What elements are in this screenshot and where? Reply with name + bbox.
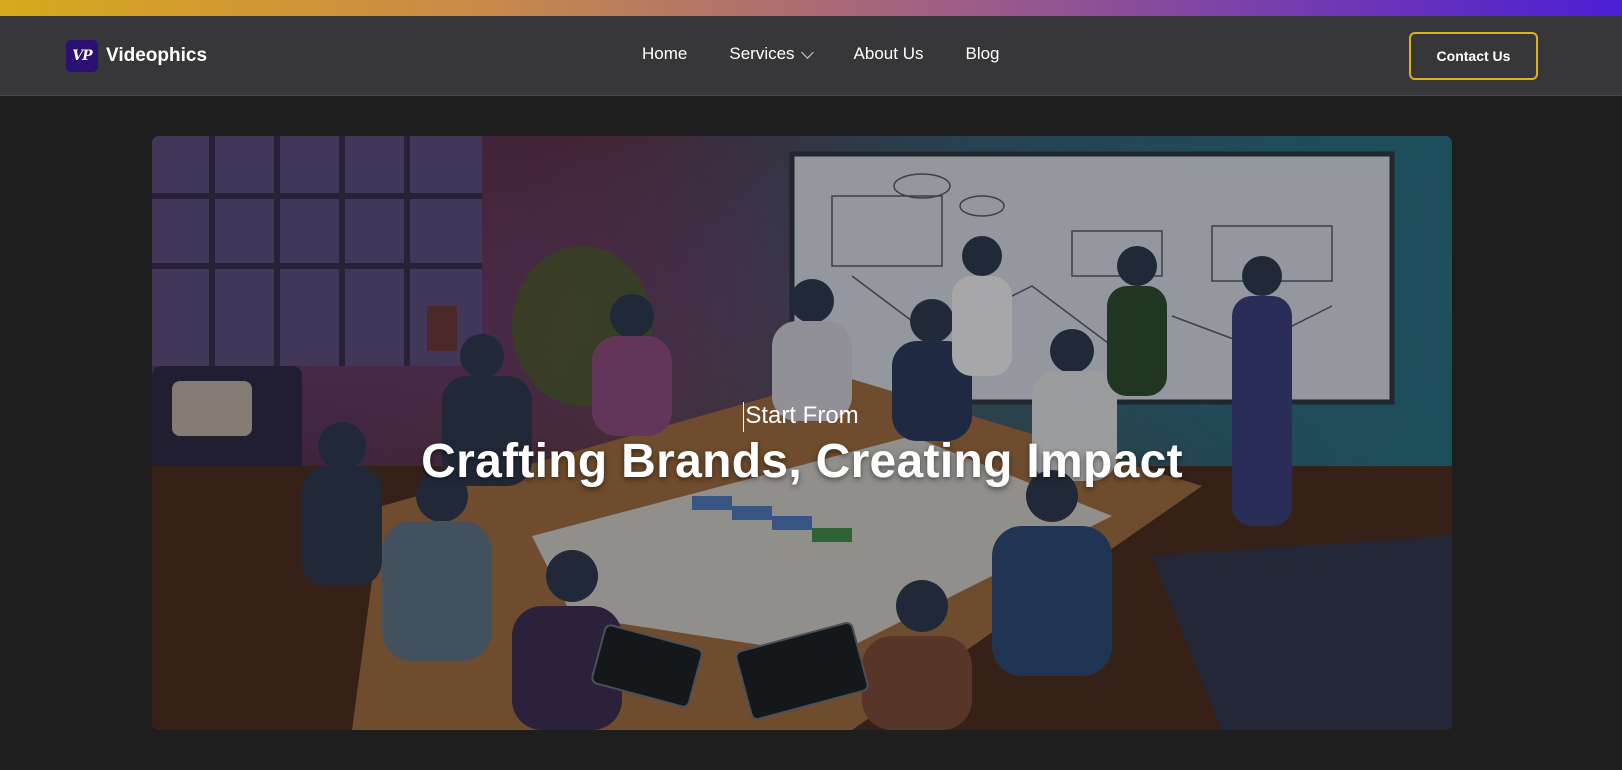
brand-logo-icon: VP bbox=[66, 40, 98, 72]
contact-us-button[interactable]: Contact Us bbox=[1409, 32, 1538, 80]
hero-banner: Start From Crafting Brands, Creating Imp… bbox=[152, 136, 1452, 730]
chevron-down-icon bbox=[800, 45, 814, 59]
nav-item-label: Blog bbox=[965, 44, 1000, 63]
nav-item-blog[interactable]: Blog bbox=[965, 44, 999, 64]
brand-name: Videophics bbox=[106, 45, 208, 66]
top-gradient-strip bbox=[0, 0, 1622, 16]
hero-subtitle: Start From bbox=[743, 402, 859, 432]
brand-link[interactable]: VP Videophics bbox=[66, 40, 207, 72]
main-nav: Home Services About Us Blog bbox=[642, 44, 1000, 64]
nav-item-label: Services bbox=[729, 44, 795, 63]
hero-text-block: Start From Crafting Brands, Creating Imp… bbox=[152, 402, 1452, 489]
hero-subtitle-text: Start From bbox=[745, 402, 859, 429]
nav-item-about-us[interactable]: About Us bbox=[854, 44, 924, 64]
nav-item-label: Home bbox=[642, 44, 688, 63]
nav-item-services[interactable]: Services bbox=[729, 44, 814, 64]
nav-item-label: About Us bbox=[853, 44, 924, 63]
hero-title: Crafting Brands, Creating Impact bbox=[421, 435, 1183, 488]
text-cursor bbox=[743, 402, 745, 432]
navbar: VP Videophics Home Services About Us Blo… bbox=[0, 16, 1622, 96]
nav-item-home[interactable]: Home bbox=[642, 44, 687, 64]
